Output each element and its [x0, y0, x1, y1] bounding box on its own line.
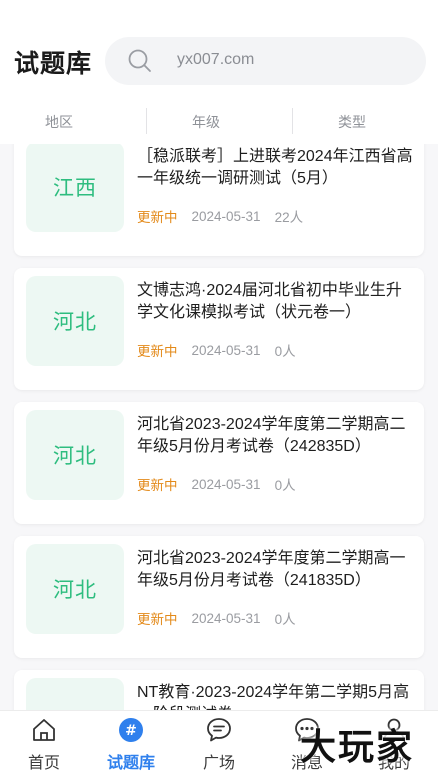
- tab-home-label: 首页: [27, 755, 60, 772]
- status-badge: 更新中: [137, 344, 178, 359]
- exam-title[interactable]: 河北省2023-2024学年度第二学期高一年级5月份月考试卷（241835D）: [137, 548, 415, 592]
- exam-meta: 更新中 2024-05-31 0人: [137, 340, 296, 360]
- header: 试题库 yx007.com: [0, 0, 438, 100]
- region-label: 河北: [53, 445, 97, 468]
- filter-region[interactable]: 地区: [45, 108, 73, 136]
- filter-grade-label: 年级: [192, 114, 220, 130]
- exam-title[interactable]: 河北省2023-2024学年度第二学期高二年级5月份月考试卷（242835D）: [137, 414, 415, 458]
- search-value: yx007.com: [177, 51, 255, 68]
- filter-type[interactable]: 类型: [338, 108, 366, 136]
- region-label: 河北: [53, 579, 97, 602]
- page-title: 试题库: [14, 50, 93, 78]
- status-badge: 更新中: [137, 478, 178, 493]
- region-thumb: 河北: [26, 276, 124, 366]
- status-badge: 更新中: [137, 210, 178, 225]
- exam-card[interactable]: 河北 河北省2023-2024学年度第二学期高二年级5月份月考试卷（242835…: [14, 402, 424, 524]
- exam-meta: 更新中 2024-05-31 0人: [137, 474, 296, 494]
- filter-type-label: 类型: [338, 114, 366, 130]
- exam-title[interactable]: ［稳派联考］上进联考2024年江西省高一年级统一调研测试（5月）: [137, 146, 415, 190]
- region-label: 河北: [53, 311, 97, 334]
- exam-meta: 更新中 2024-05-31 0人: [137, 608, 296, 628]
- filter-divider: [292, 108, 293, 134]
- filter-divider: [146, 108, 147, 134]
- hash-icon: #: [119, 718, 143, 742]
- participant-count: 0人: [274, 478, 296, 493]
- exam-card[interactable]: 河北 文博志鸿·2024届河北省初中毕业生升学文化课模拟考试（状元卷一） 更新中…: [14, 268, 424, 390]
- tab-home[interactable]: 首页: [0, 711, 88, 778]
- region-thumb: 河北: [26, 544, 124, 634]
- region-thumb: 江西: [26, 144, 124, 232]
- filter-grade[interactable]: 年级: [192, 108, 220, 136]
- region-thumb: 河北: [26, 410, 124, 500]
- region-thumb: [26, 678, 124, 710]
- status-badge: 更新中: [137, 612, 178, 627]
- region-label: 江西: [53, 177, 97, 200]
- exam-meta: 更新中 2024-05-31 22人: [137, 206, 303, 226]
- exam-card[interactable]: NT教育·2023-2024学年第二学期5月高一阶段测试卷: [14, 670, 424, 710]
- tab-question-bank[interactable]: # 试题库: [87, 711, 175, 778]
- home-icon: [33, 719, 55, 741]
- participant-count: 0人: [274, 344, 296, 359]
- exam-date: 2024-05-31: [191, 208, 261, 224]
- filter-bar: 地区 年级 类型: [0, 100, 438, 225]
- search-icon: [128, 49, 151, 72]
- participant-count: 22人: [274, 210, 304, 225]
- exam-date: 2024-05-31: [191, 610, 261, 626]
- exam-date: 2024-05-31: [191, 342, 261, 358]
- exam-title[interactable]: 文博志鸿·2024届河北省初中毕业生升学文化课模拟考试（状元卷一）: [137, 280, 415, 324]
- tab-square-label: 广场: [202, 755, 235, 772]
- exam-list[interactable]: 江西 ［稳派联考］上进联考2024年江西省高一年级统一调研测试（5月） 更新中 …: [0, 144, 438, 710]
- exam-card[interactable]: 江西 ［稳派联考］上进联考2024年江西省高一年级统一调研测试（5月） 更新中 …: [14, 144, 424, 256]
- participant-count: 0人: [274, 612, 296, 627]
- exam-title[interactable]: NT教育·2023-2024学年第二学期5月高一阶段测试卷: [137, 682, 415, 710]
- exam-date: 2024-05-31: [191, 476, 261, 492]
- tab-question-bank-label: 试题库: [106, 755, 155, 772]
- svg-text:#: #: [125, 723, 137, 739]
- chat-icon: [207, 718, 231, 742]
- tab-square[interactable]: 广场: [175, 711, 263, 778]
- watermark-logo: 大玩家: [300, 726, 415, 767]
- search-input[interactable]: yx007.com: [105, 37, 426, 85]
- exam-card[interactable]: 河北 河北省2023-2024学年度第二学期高一年级5月份月考试卷（241835…: [14, 536, 424, 658]
- filter-region-label: 地区: [45, 114, 73, 130]
